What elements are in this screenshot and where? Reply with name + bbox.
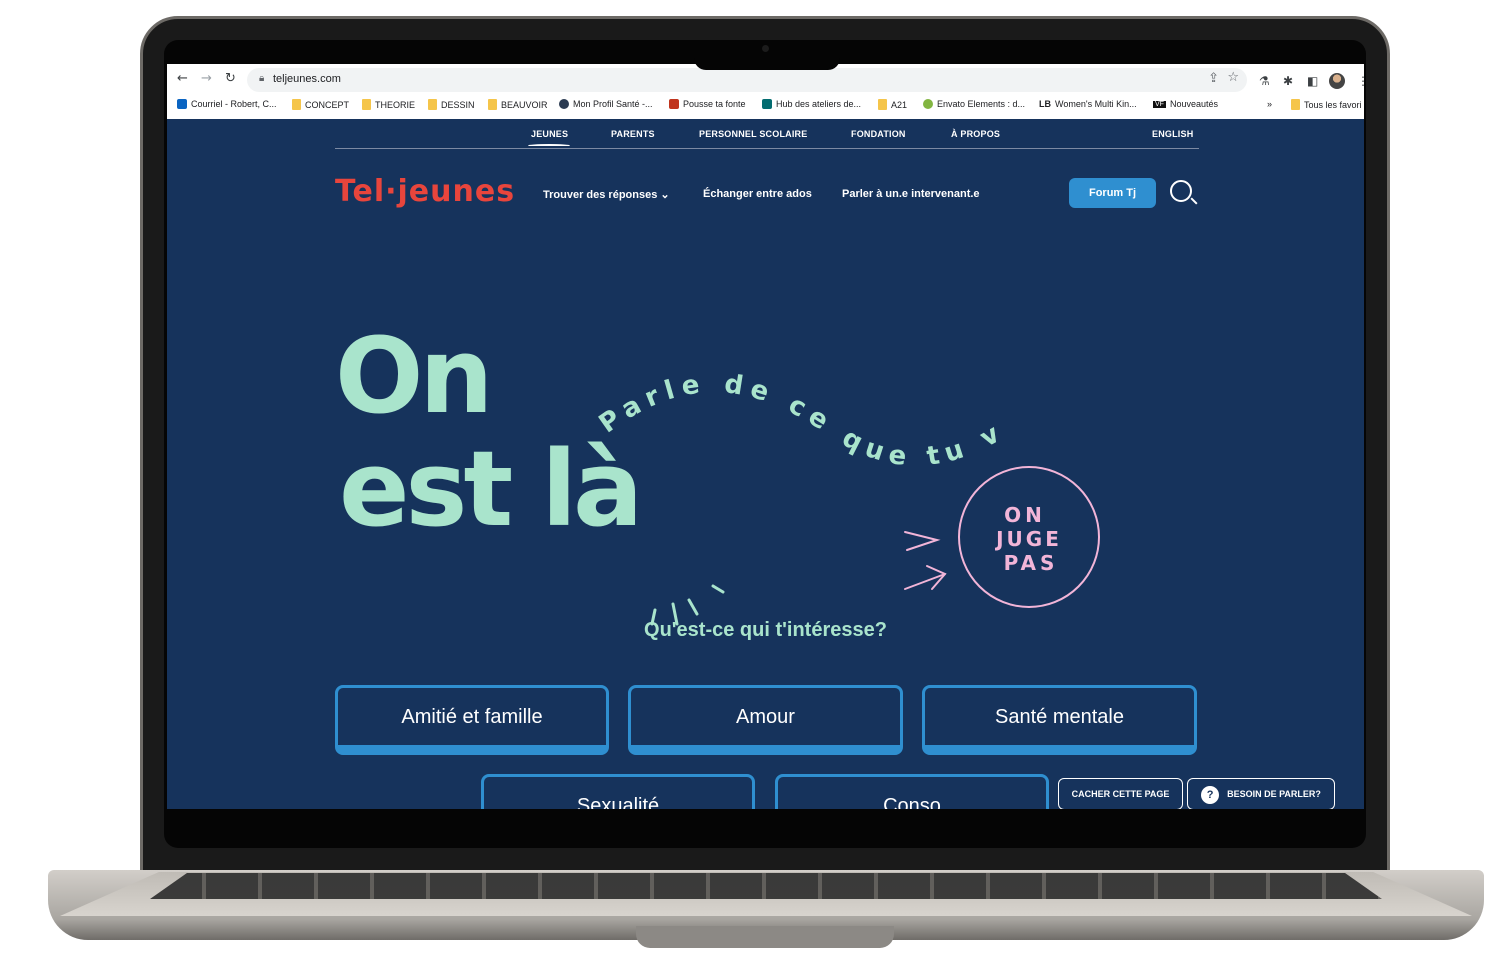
bookmark-item[interactable]: Mon Profil Santé -... — [559, 99, 653, 109]
sharepoint-icon — [762, 99, 772, 109]
url-text[interactable]: teljeunes.com — [273, 73, 341, 85]
browser-chrome: ← → ↻ 🔒︎ teljeunes.com ⇪ ☆ ⚗ ✱ ◧ ⋮ Courr… — [167, 64, 1364, 119]
forward-icon[interactable]: → — [201, 71, 212, 86]
help-icon: ? — [1201, 785, 1220, 804]
outlook-icon — [177, 99, 187, 109]
profile-icon — [559, 99, 569, 109]
profile-avatar[interactable] — [1329, 73, 1345, 89]
hero-illustration: Parle de ce que tu veux. ON JUGE — [587, 374, 1100, 626]
topnav-jeunes[interactable]: JEUNES — [531, 129, 568, 139]
lock-icon[interactable]: 🔒︎ — [259, 73, 264, 84]
language-toggle[interactable]: ENGLISH — [1152, 129, 1193, 139]
bookmark-item[interactable]: Tous les favori — [1291, 99, 1362, 110]
category-sexualite[interactable]: Sexualité — [481, 774, 755, 809]
bookmarks-bar: Courriel - Robert, C... CONCEPT THEORIE … — [167, 95, 1364, 117]
search-icon[interactable] — [1170, 180, 1192, 202]
topnav-fondation[interactable]: FONDATION — [851, 129, 906, 139]
sidepanel-icon[interactable]: ◧ — [1307, 74, 1318, 88]
bookmarks-overflow-button[interactable]: » — [1267, 99, 1272, 109]
need-talk-button[interactable]: ? BESOIN DE PARLER? — [1187, 778, 1335, 809]
bookmark-item[interactable]: Envato Elements : d... — [923, 99, 1025, 109]
bookmark-item[interactable]: LB Women's Multi Kin... — [1039, 99, 1137, 109]
font-icon — [669, 99, 679, 109]
folder-icon — [428, 99, 437, 110]
site-logo[interactable]: Tel·jeunes — [335, 174, 515, 209]
bookmark-item[interactable]: Courriel - Robert, C... — [177, 99, 277, 109]
bookmark-item[interactable]: BEAUVOIR — [488, 99, 548, 110]
back-icon[interactable]: ← — [177, 71, 188, 86]
folder-icon — [292, 99, 301, 110]
nav-echanger-ados[interactable]: Échanger entre ados — [703, 188, 812, 200]
badge-line: PAS — [1004, 551, 1059, 575]
laptop-mockup: ← → ↻ 🔒︎ teljeunes.com ⇪ ☆ ⚗ ✱ ◧ ⋮ Courr… — [0, 0, 1501, 959]
teljeunes-site: JEUNES PARENTS PERSONNEL SCOLAIRE FONDAT… — [167, 119, 1364, 809]
menu-kebab-icon[interactable]: ⋮ — [1357, 74, 1364, 88]
extension-flask-icon[interactable]: ⚗ — [1259, 74, 1270, 88]
laptop-front-notch — [636, 926, 894, 948]
folder-icon — [878, 99, 887, 110]
bookmark-item[interactable]: THEORIE — [362, 99, 415, 110]
nav-parler-intervenant[interactable]: Parler à un.e intervenant.e — [842, 188, 980, 200]
category-amitie-famille[interactable]: Amitié et famille — [335, 685, 609, 755]
interest-prompt: Qu'est-ce qui t'intéresse? — [644, 619, 887, 641]
folder-icon — [362, 99, 371, 110]
topnav-personnel-scolaire[interactable]: PERSONNEL SCOLAIRE — [699, 129, 807, 139]
screen: ← → ↻ 🔒︎ teljeunes.com ⇪ ☆ ⚗ ✱ ◧ ⋮ Courr… — [167, 64, 1364, 809]
topnav-divider — [335, 148, 1199, 149]
bookmark-star-icon[interactable]: ☆ — [1227, 70, 1239, 85]
chevron-down-icon: ⌄ — [660, 189, 670, 201]
badge-text: ON JUGE PAS — [994, 503, 1062, 575]
share-icon[interactable]: ⇪ — [1208, 71, 1219, 86]
forum-button[interactable]: Forum Tj — [1069, 178, 1156, 208]
bookmark-item[interactable]: CONCEPT — [292, 99, 349, 110]
bookmark-item[interactable]: VF Nouveautés — [1153, 99, 1218, 109]
envato-icon — [923, 99, 933, 109]
folder-icon — [1291, 99, 1300, 110]
keyboard — [150, 873, 1382, 899]
vf-icon: VF — [1153, 100, 1166, 108]
nav-trouver-reponses[interactable]: Trouver des réponses ⌄ — [543, 188, 670, 201]
category-conso[interactable]: Conso — [775, 774, 1049, 809]
category-sante-mentale[interactable]: Santé mentale — [922, 685, 1197, 755]
category-amour[interactable]: Amour — [628, 685, 903, 755]
topnav-a-propos[interactable]: À PROPOS — [951, 129, 1000, 139]
lb-icon: LB — [1039, 99, 1051, 109]
bookmark-item[interactable]: A21 — [878, 99, 907, 110]
hide-page-button[interactable]: CACHER CETTE PAGE — [1058, 778, 1183, 809]
bookmark-item[interactable]: Pousse ta fonte — [669, 99, 746, 109]
badge-line: ON — [1004, 503, 1046, 527]
curved-tagline: Parle de ce que tu veux. — [587, 374, 1011, 473]
reload-icon[interactable]: ↻ — [225, 71, 236, 86]
active-tab-underline — [528, 144, 570, 147]
folder-icon — [488, 99, 497, 110]
hero-title-line1: On — [335, 315, 493, 437]
bookmark-item[interactable]: Hub des ateliers de... — [762, 99, 861, 109]
camera-icon — [762, 45, 769, 52]
extensions-puzzle-icon[interactable]: ✱ — [1283, 74, 1293, 88]
address-bar[interactable]: 🔒︎ teljeunes.com ⇪ ☆ — [247, 68, 1247, 92]
pink-arrows-icon — [904, 531, 947, 590]
topnav-parents[interactable]: PARENTS — [611, 129, 655, 139]
address-row: ← → ↻ 🔒︎ teljeunes.com ⇪ ☆ ⚗ ✱ ◧ ⋮ — [167, 68, 1364, 94]
badge-line: JUGE — [994, 527, 1062, 551]
bookmark-item[interactable]: DESSIN — [428, 99, 475, 110]
